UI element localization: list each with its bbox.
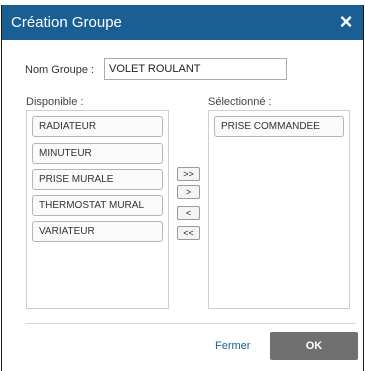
selected-label: Sélectionné :: [208, 96, 272, 108]
remove-all-button[interactable]: <<: [177, 226, 200, 240]
remove-button[interactable]: <: [177, 206, 200, 220]
group-name-input[interactable]: [104, 58, 287, 80]
available-item-prise-murale[interactable]: PRISE MURALE: [32, 169, 163, 190]
available-item-minuteur[interactable]: MINUTEUR: [32, 143, 163, 164]
group-name-label: Nom Groupe :: [25, 64, 95, 76]
dialog-title: Création Groupe: [11, 14, 122, 31]
footer-divider: [26, 323, 356, 324]
available-item-thermostat-mural[interactable]: THERMOSTAT MURAL: [32, 195, 163, 216]
selected-item-prise-commandee[interactable]: PRISE COMMANDEE: [214, 116, 344, 137]
dialog-titlebar: Création Groupe ×: [2, 5, 363, 40]
ok-button[interactable]: OK: [270, 332, 358, 360]
available-label: Disponible :: [26, 96, 84, 108]
available-item-variateur[interactable]: VARIATEUR: [32, 221, 163, 242]
add-button[interactable]: >: [177, 185, 200, 199]
available-list[interactable]: RADIATEUR MINUTEUR PRISE MURALE THERMOST…: [26, 110, 169, 309]
selected-list[interactable]: PRISE COMMANDEE: [208, 110, 350, 309]
close-icon[interactable]: ×: [335, 11, 357, 33]
add-all-button[interactable]: >>: [177, 167, 200, 181]
available-item-radiateur[interactable]: RADIATEUR: [32, 116, 163, 137]
close-link[interactable]: Fermer: [215, 340, 250, 352]
